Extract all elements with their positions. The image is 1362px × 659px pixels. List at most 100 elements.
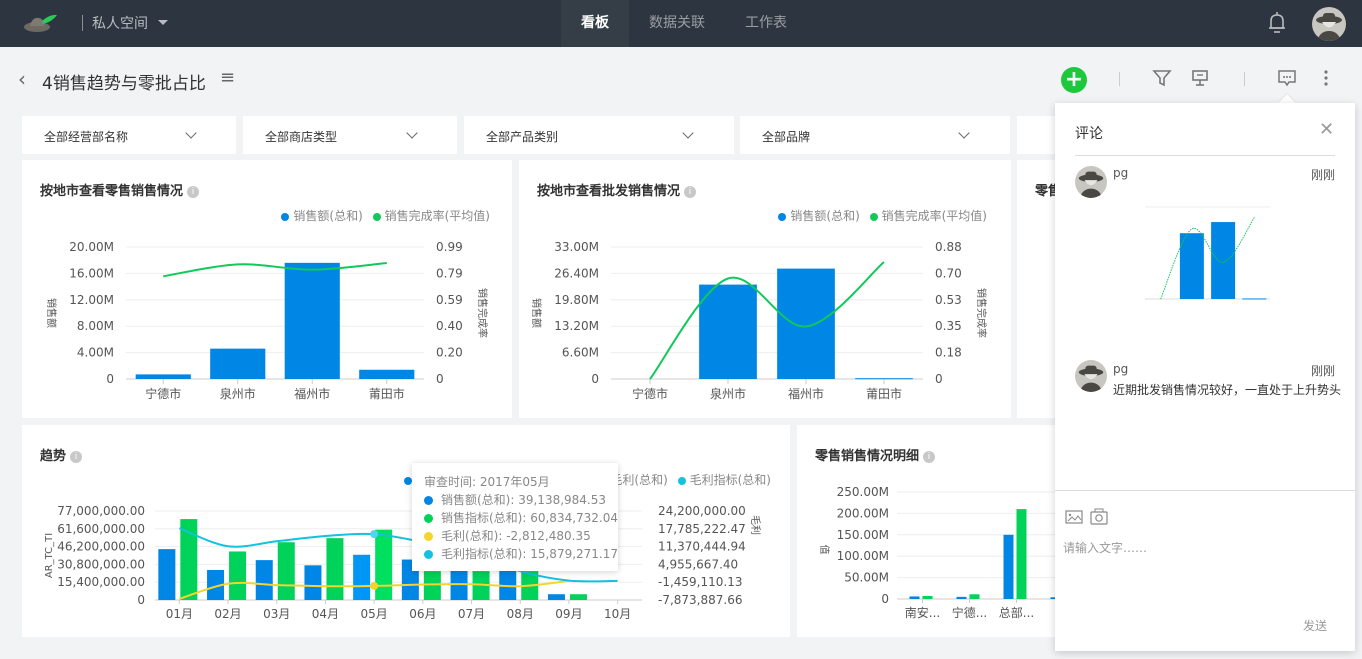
y2-tick-label: 0.35 [935,319,962,333]
x-tick-label: 04月 [312,607,339,621]
comment-input[interactable]: 请输入文字…… [1063,539,1147,556]
y-tick-label: 33.00M [554,240,599,254]
bar [1211,222,1236,299]
y-axis-label: 销售额 [45,298,58,328]
chart-card-wholesale: 按地市查看批发销售情况 i 销售额(总和) 销售完成率(平均值) 0 6.60M 13… [519,160,1011,418]
y-tick-label: 0 [881,592,889,606]
comment-time: 刚刚 [1310,364,1335,378]
more-options-icon[interactable] [1318,68,1334,88]
space-selector[interactable]: 私人空间 [92,13,148,33]
y-tick-label: 19.80M [554,293,599,307]
filter-icon[interactable] [1152,68,1172,88]
tooltip-dot [424,496,433,505]
y2-tick-label: -7,873,887.66 [658,593,743,607]
y-tick-label: 15,400,000.00 [57,575,145,589]
tab-data-relation[interactable]: 数据关联 [636,0,718,47]
bar [229,551,247,600]
tooltip-row: 毛利指标(总和): 15,879,271.17 [424,545,618,563]
camera-icon[interactable] [1090,508,1108,525]
bar [423,571,441,600]
y-tick-label: 50.00M [844,571,889,585]
y-tick-label: 13.20M [554,319,599,333]
comment-user: pg [1113,362,1129,376]
y2-tick-label: 0.59 [436,293,463,307]
y2-axis-label: 毛利 [749,515,761,535]
y-tick-label: 77,000,000.00 [57,504,145,518]
y2-tick-label: 0.53 [935,293,962,307]
back-arrow-icon[interactable]: ‹ [18,67,26,91]
y2-tick-label: 0.79 [436,266,463,280]
comment-icon[interactable] [1277,68,1297,88]
x-tick-label: 05月 [361,607,388,621]
chevron-down-icon [958,127,970,139]
tooltip-title: 审查时间: 2017年05月 [424,475,550,489]
divider [1055,490,1355,491]
filter-department[interactable]: 全部经营部名称 [22,116,236,154]
bar [284,262,340,379]
user-avatar[interactable] [1312,7,1346,41]
y-tick-label: 200.00M [837,506,889,520]
y-tick-label: 250.00M [837,485,889,499]
bar [353,554,371,600]
y-tick-label: 46,200,000.00 [57,540,145,554]
y-axis-label: 销售额 [530,298,543,328]
x-tick-label: 泉州市 [220,386,256,401]
x-tick-label: 福州市 [788,386,824,401]
close-icon[interactable]: ✕ [1319,119,1334,140]
x-tick-label: 06月 [409,607,436,621]
send-button[interactable]: 发送 [1303,617,1327,634]
bar [304,565,322,600]
caret-down-icon[interactable] [158,20,168,25]
y2-axis-label: 销售完成率 [476,288,489,338]
filter-label: 全部经营部名称 [44,130,129,144]
bar [909,596,920,599]
comment-time: 刚刚 [1310,168,1335,182]
bar [956,596,967,599]
y2-tick-label: 0.70 [935,266,962,280]
tooltip-row: 销售指标(总和): 60,834,732.04 [424,509,618,527]
bar [547,594,565,600]
filter-product-category[interactable]: 全部产品类别 [464,116,734,154]
bar [855,378,913,380]
y2-tick-label: 11,370,444.94 [658,540,746,554]
bar [375,529,393,600]
x-tick-label: 泉州市 [710,386,746,401]
bar [1003,534,1014,599]
comment-user: pg [1113,166,1129,180]
series-line [163,262,387,278]
x-tick-label: 03月 [263,607,290,621]
filter-store-type[interactable]: 全部商店类型 [243,116,457,154]
menu-icon[interactable]: ≡ [220,67,235,88]
divider [1244,72,1245,86]
chart-card-retail: 按地市查看零售销售情况 i 销售额(总和) 销售完成率(平均值) 0 4.00M 8.… [22,160,512,418]
y-tick-label: 0 [106,372,114,386]
x-tick-label: 福州市 [294,386,330,401]
bell-icon[interactable] [1266,11,1288,35]
comment-text: 近期批发销售情况较好，一直处于上升势头 [1113,383,1342,397]
x-tick-label: 02月 [214,607,241,621]
presentation-icon[interactable] [1190,68,1210,88]
x-tick-label: 总部... [999,605,1034,620]
logo-icon[interactable] [22,12,58,34]
add-button[interactable]: + [1061,67,1087,93]
chart-card-trend: 趋势i 销售额(总和) 销售指标(总和) 毛利(总和) 毛利指标(总和) 015… [22,425,790,637]
page-title: 4销售趋势与零批占比 [42,74,206,94]
tab-dashboard[interactable]: 看板 [561,0,629,47]
tooltip-dot [424,550,433,559]
filter-brand[interactable]: 全部品牌 [740,116,1010,154]
bar [1016,509,1027,599]
series-line [1160,217,1255,300]
y-axis-label: 值 [818,545,831,555]
y2-tick-label: 0.40 [436,319,463,333]
image-icon[interactable] [1065,509,1083,525]
bar [969,594,980,599]
comment-chart-thumbnail[interactable] [1110,195,1300,307]
filter-label: 全部产品类别 [486,130,559,144]
y-axis-label: AR_TC_TI [44,533,55,578]
y-tick-label: 0 [591,372,599,386]
tab-worksheet[interactable]: 工作表 [730,0,802,47]
y2-tick-label: -1,459,110.13 [658,575,743,589]
comment-avatar [1075,360,1107,392]
filter-label: 全部商店类型 [265,130,338,144]
divider [1119,72,1120,86]
